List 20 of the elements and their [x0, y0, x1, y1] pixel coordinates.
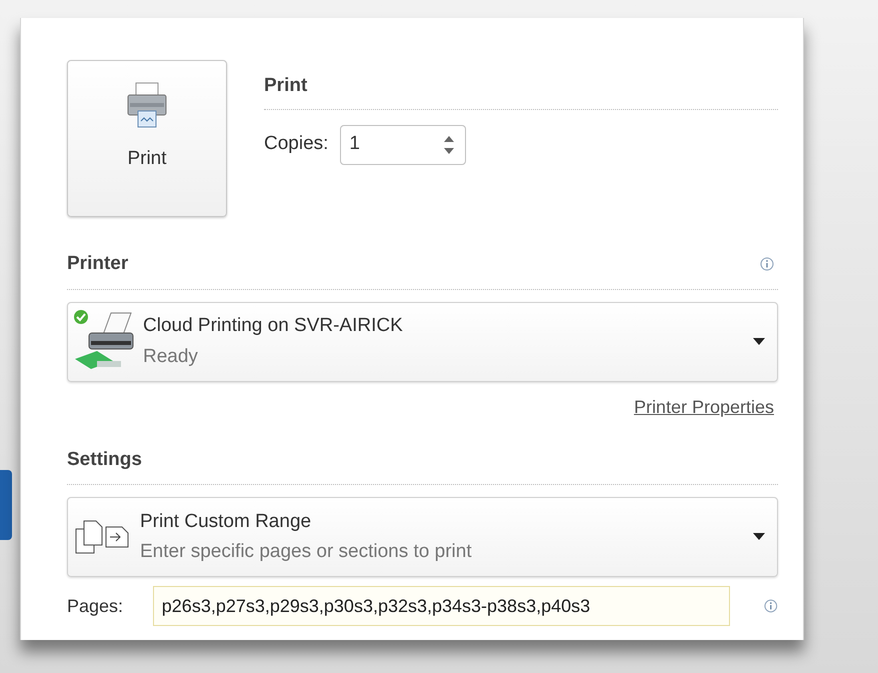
copies-label: Copies: [264, 132, 328, 156]
section-heading: Print [264, 72, 778, 110]
background-shape [0, 470, 12, 540]
range-description: Enter specific pages or sections to print [140, 540, 473, 564]
range-title: Print Custom Range [140, 510, 312, 534]
page-range-dropdown[interactable]: Print Custom Range Enter specific pages or sections to print [67, 497, 778, 577]
printer-dropdown[interactable]: Cloud Printing on SVR-AIRICK Ready [67, 302, 778, 382]
printer-properties-link[interactable]: Printer Properties [634, 394, 774, 420]
section-heading: Settings [67, 446, 778, 485]
copies-spinner[interactable]: 1 [340, 124, 466, 164]
printer-status: Ready [143, 344, 199, 368]
pages-field[interactable]: p26s3,p27s3,p29s3,p30s3,p32s3,p34s3-p38s3,p40s3 [152, 586, 730, 626]
section-heading: Printer [67, 252, 128, 276]
info-icon[interactable] [760, 257, 774, 272]
pages-label: Pages: [67, 594, 124, 618]
caret-icon[interactable] [753, 338, 765, 346]
info-icon[interactable] [764, 599, 778, 613]
printer-name: Cloud Printing on SVR-AIRICK [143, 314, 404, 338]
print-button[interactable]: Print [67, 60, 227, 217]
caret-icon[interactable] [753, 533, 765, 541]
